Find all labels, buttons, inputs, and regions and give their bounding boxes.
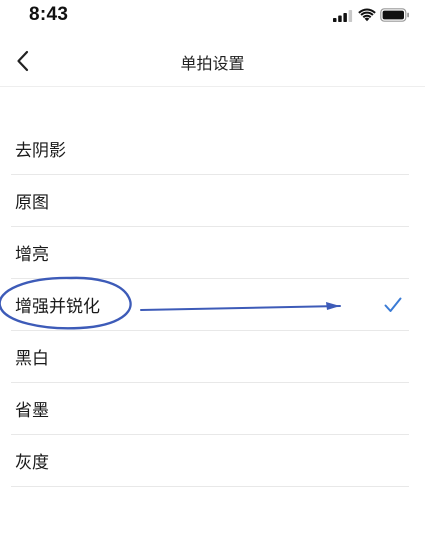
option-black-white[interactable]: 黑白 <box>0 331 425 383</box>
divider <box>11 486 409 487</box>
option-remove-shadow[interactable]: 去阴影 <box>0 123 425 175</box>
battery-icon <box>380 8 409 22</box>
option-grayscale[interactable]: 灰度 <box>0 435 425 487</box>
option-label: 省墨 <box>15 401 49 421</box>
option-enhance-sharpen[interactable]: 增强并锐化 <box>0 279 425 331</box>
option-label: 原图 <box>15 193 49 213</box>
option-list: 去阴影 原图 增亮 增强并锐化 黑白 省墨 灰度 <box>0 123 425 487</box>
option-brighten[interactable]: 增亮 <box>0 227 425 279</box>
option-label: 去阴影 <box>15 141 66 161</box>
option-label: 增强并锐化 <box>15 297 100 317</box>
option-label: 灰度 <box>15 453 49 473</box>
option-ink-saver[interactable]: 省墨 <box>0 383 425 435</box>
signal-icon <box>333 10 353 22</box>
page-title: 单拍设置 <box>180 54 245 73</box>
status-time: 8:43 <box>29 4 69 25</box>
option-label: 黑白 <box>15 349 49 369</box>
phone-screen: 8:43 单拍设置 去阴影 原图 增亮 增强并锐化 黑白 省墨 灰度 <box>0 0 425 539</box>
status-bar: 8:43 <box>0 0 425 34</box>
option-original[interactable]: 原图 <box>0 175 425 227</box>
option-label: 增亮 <box>15 245 49 265</box>
wifi-icon <box>358 8 376 22</box>
checkmark-icon <box>384 297 402 312</box>
nav-bar: 单拍设置 <box>0 36 425 87</box>
